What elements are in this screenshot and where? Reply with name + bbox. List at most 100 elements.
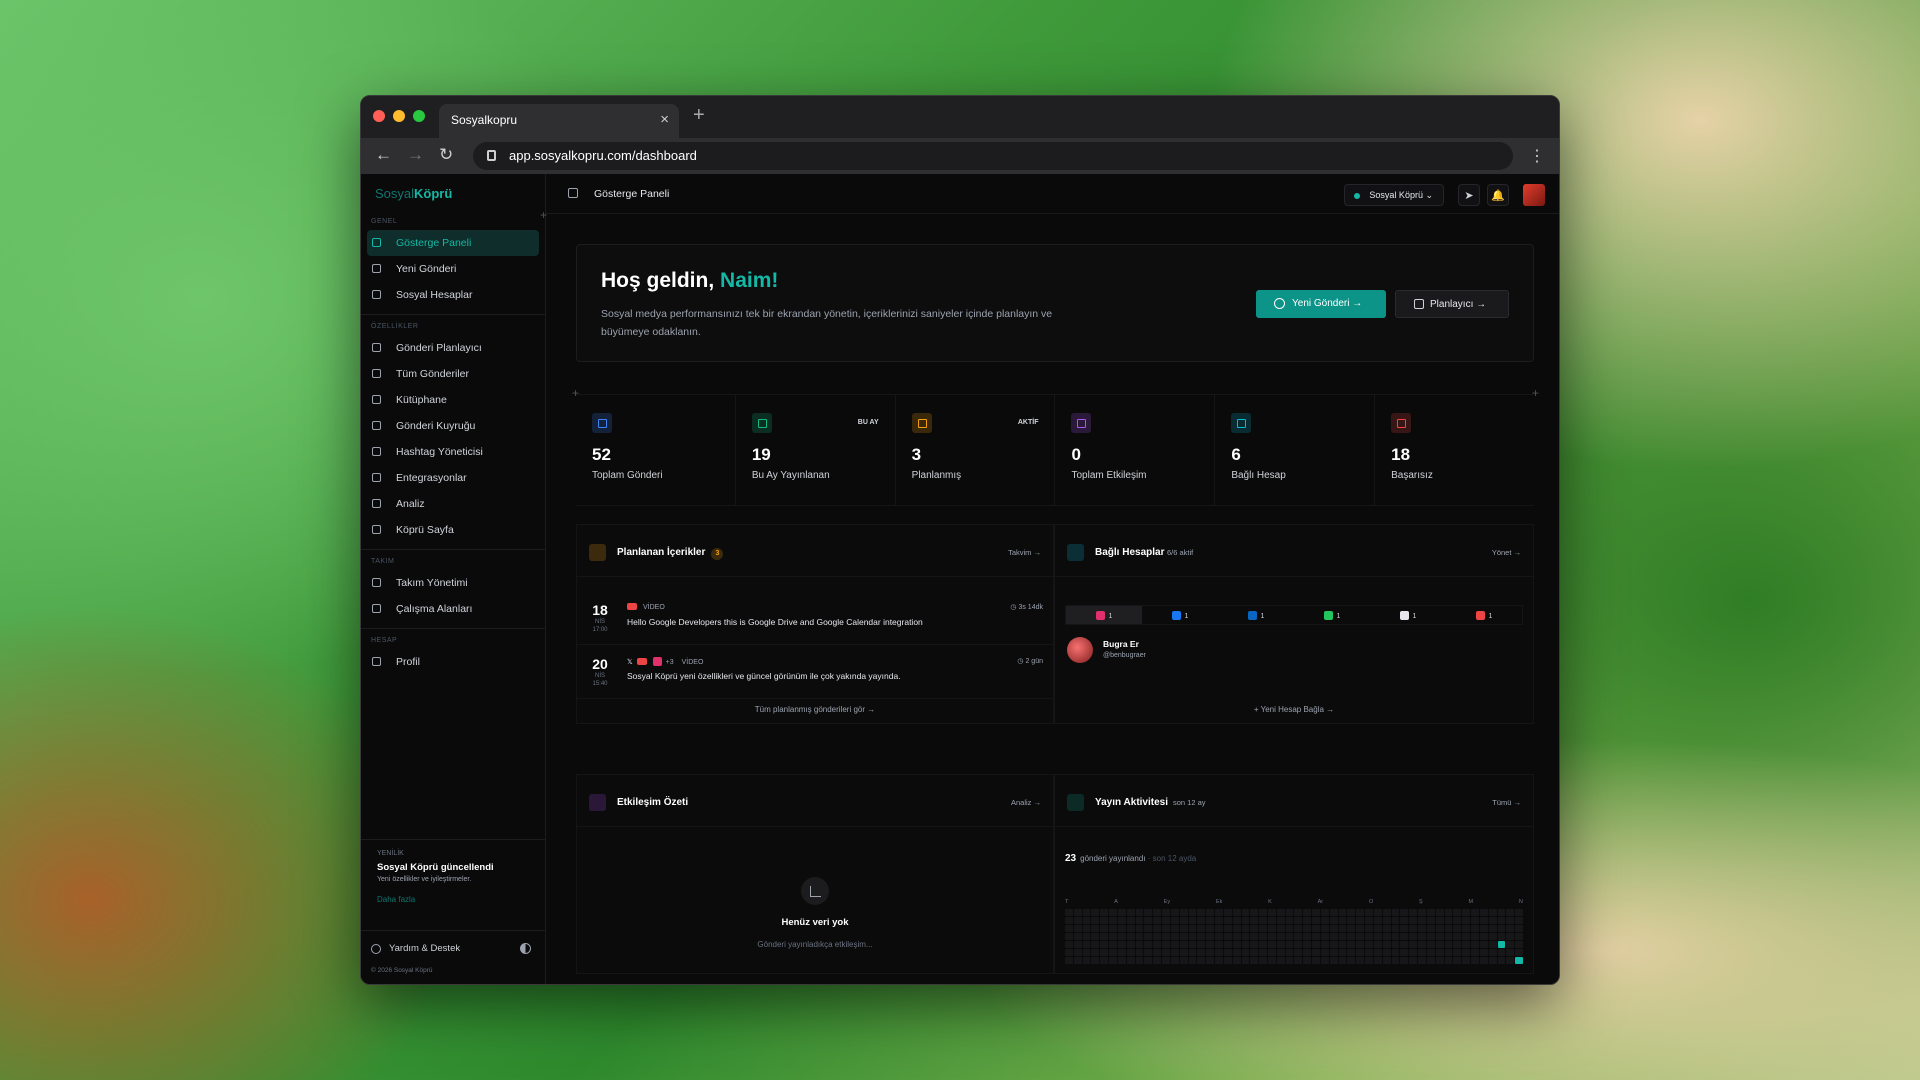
heatmap-cell	[1479, 949, 1488, 956]
month-label: Ş	[1419, 899, 1423, 905]
planner-button[interactable]: Planlayıcı →	[1395, 290, 1509, 318]
new-post-label: Yeni Gönderi	[1292, 298, 1350, 309]
maximize-window-button[interactable]	[413, 110, 425, 122]
heatmap-cell	[1100, 941, 1109, 948]
platform-tab[interactable]: 1	[1294, 606, 1370, 624]
heatmap-cell	[1338, 917, 1347, 924]
heatmap-cell	[1373, 925, 1382, 932]
help-support[interactable]: Yardım & Destek	[361, 930, 545, 954]
heatmap-cell	[1197, 957, 1206, 964]
heatmap-cell	[1135, 949, 1144, 956]
send-icon[interactable]: ➤	[1458, 184, 1480, 206]
logo[interactable]: SosyalKöprü	[361, 174, 545, 212]
platform-tab[interactable]: 1	[1066, 606, 1142, 624]
news-desc: Yeni özellikler ve iyileştirmeler.	[377, 876, 472, 883]
sidebar-item-globe[interactable]: Köprü Sayfa	[367, 517, 539, 543]
heatmap-cell	[1276, 949, 1285, 956]
platform-tab[interactable]: 1	[1370, 606, 1446, 624]
sidebar-item-label: Sosyal Hesaplar	[396, 289, 473, 301]
heatmap-cell	[1091, 949, 1100, 956]
heatmap-cell	[1268, 949, 1276, 956]
heatmap-cell	[1126, 941, 1135, 948]
post-text: Sosyal Köprü yeni özellikleri ve güncel …	[627, 671, 901, 681]
back-icon[interactable]: ←	[375, 145, 392, 165]
sidebar-item-hash[interactable]: Hashtag Yöneticisi	[367, 439, 539, 465]
heatmap-cell	[1347, 933, 1356, 940]
heatmap-cell	[1382, 957, 1391, 964]
minimize-window-button[interactable]	[393, 110, 405, 122]
heatmap-cell	[1162, 925, 1170, 932]
sidebar-toggle-icon[interactable]	[568, 188, 578, 198]
heatmap-cell	[1382, 917, 1391, 924]
sidebar-item-building[interactable]: Çalışma Alanları	[367, 596, 539, 622]
forward-icon[interactable]: →	[407, 145, 424, 165]
new-post-button[interactable]: Yeni Gönderi →	[1256, 290, 1386, 318]
list-item[interactable]: 20 NİS 15:40 𝕏 +3 VİDEO Sosyal Köprü yeni özel…	[577, 647, 1053, 699]
all-link[interactable]: Tümü →	[1492, 798, 1521, 807]
sidebar-item-plus-circle[interactable]: Yeni Gönderi	[367, 256, 539, 282]
heatmap-cell	[1268, 925, 1276, 932]
close-tab-icon[interactable]: ×	[660, 111, 669, 128]
theme-toggle-icon[interactable]	[520, 943, 531, 954]
sidebar-item-share[interactable]: Sosyal Hesaplar	[367, 282, 539, 308]
heatmap-cell	[1162, 949, 1170, 956]
workspace-switcher[interactable]: Sosyal Köprü ⌄	[1344, 184, 1444, 206]
heatmap-cell	[1462, 957, 1471, 964]
account-handle: @benbugraer	[1103, 652, 1146, 659]
divider	[361, 549, 545, 550]
new-tab-icon[interactable]: +	[693, 104, 705, 127]
heatmap-cell	[1100, 949, 1109, 956]
sidebar-item-dashboard[interactable]: Gösterge Paneli	[367, 230, 539, 256]
alert-icon	[1391, 413, 1412, 433]
heatmap-cell	[1312, 941, 1320, 948]
calendar-link[interactable]: Takvim →	[1008, 548, 1041, 557]
list-item[interactable]: 18 NİS 17:00 VİDEO Hello Google Developers t…	[577, 593, 1053, 645]
link-icon	[1067, 544, 1084, 561]
heatmap-cell	[1497, 941, 1506, 948]
heatmap-cell	[1312, 949, 1320, 956]
heatmap-cell	[1444, 941, 1453, 948]
sidebar-item-users[interactable]: Takım Yönetimi	[367, 570, 539, 596]
sidebar-item-library[interactable]: Kütüphane	[367, 387, 539, 413]
sidebar-item-puzzle[interactable]: Entegrasyonlar	[367, 465, 539, 491]
heatmap-cell	[1488, 909, 1497, 916]
heatmap-cell	[1259, 925, 1268, 932]
heatmap-cell	[1426, 949, 1435, 956]
heatmap-cell	[1126, 949, 1135, 956]
sidebar-item-queue[interactable]: Gönderi Kuyruğu	[367, 413, 539, 439]
url-field[interactable]: app.sosyalkopru.com/dashboard	[473, 142, 1513, 170]
heatmap-cell	[1206, 917, 1215, 924]
platform-tab[interactable]: 1	[1218, 606, 1294, 624]
post-month: NİS	[594, 619, 605, 625]
platform-tab[interactable]: 1	[1142, 606, 1218, 624]
all-scheduled-link[interactable]: Tüm planlanmış gönderileri gör →	[577, 705, 1053, 714]
browser-tab[interactable]: Sosyalkopru ×	[439, 104, 679, 138]
heatmap-cell	[1453, 925, 1462, 932]
manage-link[interactable]: Yönet →	[1492, 548, 1521, 557]
platform-count: 1	[1108, 613, 1113, 620]
heatmap-cell	[1135, 917, 1144, 924]
connect-account-link[interactable]: + Yeni Hesap Bağla →	[1055, 705, 1533, 714]
sidebar-item-file[interactable]: Tüm Gönderiler	[367, 361, 539, 387]
analysis-link[interactable]: Analiz →	[1011, 798, 1041, 807]
sidebar-item-chart[interactable]: Analiz	[367, 491, 539, 517]
bell-icon[interactable]: 🔔	[1487, 184, 1509, 206]
heatmap-cell	[1418, 909, 1426, 916]
browser-menu-icon[interactable]: ⋮	[1529, 146, 1545, 166]
heatmap-cell	[1329, 917, 1338, 924]
reload-icon[interactable]: ↻	[439, 145, 453, 165]
heatmap-cell	[1276, 917, 1285, 924]
heatmap-cell	[1100, 925, 1109, 932]
heatmap-cell	[1312, 933, 1320, 940]
close-window-button[interactable]	[373, 110, 385, 122]
sidebar-item-user[interactable]: Profil	[367, 649, 539, 675]
heatmap-cell	[1285, 941, 1294, 948]
sidebar-item-calendar[interactable]: Gönderi Planlayıcı	[367, 335, 539, 361]
calendar-check-icon	[751, 413, 772, 433]
avatar[interactable]	[1523, 184, 1545, 206]
heatmap-cell	[1382, 941, 1391, 948]
platform-tab[interactable]: 1	[1446, 606, 1522, 624]
heatmap-cell	[1241, 949, 1250, 956]
heatmap-cell	[1082, 909, 1091, 916]
news-link[interactable]: Daha fazla	[377, 895, 529, 904]
